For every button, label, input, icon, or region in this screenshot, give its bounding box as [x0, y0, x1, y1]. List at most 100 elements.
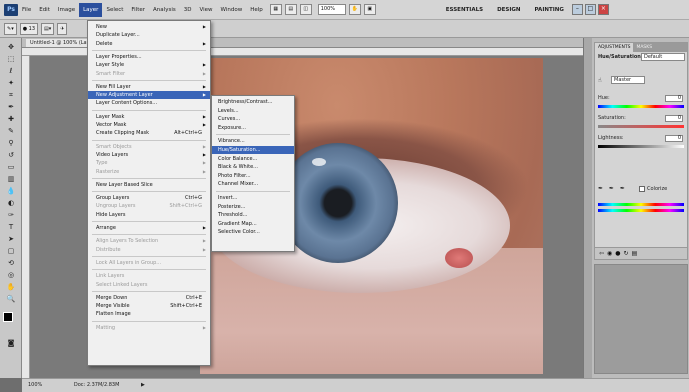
- hand-icon[interactable]: ✋: [348, 4, 361, 15]
- shape-tool-icon[interactable]: ▢: [4, 246, 18, 257]
- trash-icon[interactable]: ▤: [632, 250, 641, 257]
- menu-item-new-layer-based-slice[interactable]: New Layer Based Slice: [88, 181, 210, 189]
- visibility-icon[interactable]: ●: [615, 250, 623, 257]
- arrange-icon[interactable]: ◫: [299, 4, 312, 15]
- 3d-orbit-tool-icon[interactable]: ◎: [4, 270, 18, 281]
- dodge-tool-icon[interactable]: ◐: [4, 198, 18, 209]
- preset-select[interactable]: Default: [641, 53, 685, 61]
- tab-masks[interactable]: MASKS: [633, 43, 655, 52]
- hand-adjust-icon[interactable]: ☝: [598, 77, 602, 84]
- 3d-rotate-tool-icon[interactable]: ⟲: [4, 258, 18, 269]
- reset-icon[interactable]: ↻: [624, 250, 632, 257]
- submenu-item-posterize[interactable]: Posterize...: [212, 203, 294, 211]
- menu-item-flatten-image[interactable]: Flatten Image: [88, 310, 210, 318]
- menu-item-layer-mask[interactable]: Layer Mask ▶: [88, 113, 210, 121]
- eyedropper-tool-icon[interactable]: ✒: [4, 102, 18, 113]
- hand-tool-icon[interactable]: ✋: [4, 282, 18, 293]
- status-zoom[interactable]: 100%: [28, 382, 42, 388]
- menu-item-matting[interactable]: Matting ▶: [88, 324, 210, 332]
- panel-collapse-strip[interactable]: [584, 38, 592, 378]
- menu-analysis[interactable]: Analysis: [149, 3, 180, 17]
- clone-stamp-tool-icon[interactable]: ⚲: [4, 138, 18, 149]
- submenu-item-levels[interactable]: Levels...: [212, 107, 294, 115]
- foreground-color-swatch[interactable]: [3, 312, 13, 322]
- brush-tool-icon[interactable]: ✎: [4, 126, 18, 137]
- airbrush-icon[interactable]: ✈: [57, 22, 68, 35]
- crop-tool-icon[interactable]: ⌗: [4, 90, 18, 101]
- menu-item-merge-visible[interactable]: Merge Visible Shift+Ctrl+E: [88, 302, 210, 310]
- lightness-input[interactable]: 0: [665, 135, 683, 142]
- status-arrow-icon[interactable]: ▶: [141, 382, 145, 388]
- menu-item-create-clipping-mask[interactable]: Create Clipping Mask Alt+Ctrl+G: [88, 129, 210, 137]
- menu-help[interactable]: Help: [246, 3, 267, 17]
- history-brush-tool-icon[interactable]: ↺: [4, 150, 18, 161]
- menu-item-ungroup-layers[interactable]: Ungroup Layers Shift+Ctrl+G: [88, 202, 210, 210]
- hue-input[interactable]: 0: [665, 95, 683, 102]
- menu-item-group-layers[interactable]: Group Layers Ctrl+G: [88, 194, 210, 202]
- status-doc-size[interactable]: Doc: 2.37M/2.83M: [74, 382, 120, 388]
- menu-item-arrange[interactable]: Arrange ▶: [88, 224, 210, 232]
- submenu-item-invert[interactable]: Invert...: [212, 194, 294, 202]
- menu-window[interactable]: Window: [217, 3, 247, 17]
- lightness-slider[interactable]: [598, 145, 684, 148]
- type-tool-icon[interactable]: T: [4, 222, 18, 233]
- menu-item-smart-filter[interactable]: Smart Filter ▶: [88, 70, 210, 78]
- workspace-essentials[interactable]: ESSENTIALS: [446, 7, 483, 13]
- menu-view[interactable]: View: [195, 3, 216, 17]
- menu-item-layer-style[interactable]: Layer Style ▶: [88, 61, 210, 69]
- menu-item-link-layers[interactable]: Link Layers: [88, 272, 210, 280]
- blur-tool-icon[interactable]: 💧: [4, 186, 18, 197]
- minibridge-icon[interactable]: ▤: [284, 4, 297, 15]
- menu-item-layer-content-options[interactable]: Layer Content Options...: [88, 99, 210, 107]
- menu-item-type[interactable]: Type ▶: [88, 159, 210, 167]
- pen-tool-icon[interactable]: ✑: [4, 210, 18, 221]
- submenu-item-photo-filter[interactable]: Photo Filter...: [212, 172, 294, 180]
- menu-item-merge-down[interactable]: Merge Down Ctrl+E: [88, 294, 210, 302]
- menu-edit[interactable]: Edit: [35, 3, 54, 17]
- path-select-tool-icon[interactable]: ➤: [4, 234, 18, 245]
- return-icon[interactable]: ⇦: [599, 250, 607, 257]
- channel-select[interactable]: Master: [611, 76, 645, 84]
- menu-file[interactable]: File: [18, 3, 35, 17]
- menu-3d[interactable]: 3D: [180, 3, 196, 17]
- menu-item-smart-objects[interactable]: Smart Objects ▶: [88, 143, 210, 151]
- close-icon[interactable]: ×: [597, 4, 609, 15]
- submenu-item-threshold[interactable]: Threshold...: [212, 211, 294, 219]
- marquee-tool-icon[interactable]: ⬚: [4, 54, 18, 65]
- eyedropper-set-icon[interactable]: ✒ ✒ ✒: [598, 185, 627, 192]
- menu-item-duplicate-layer[interactable]: Duplicate Layer...: [88, 31, 210, 39]
- menu-select[interactable]: Select: [102, 3, 127, 17]
- saturation-input[interactable]: 0: [665, 115, 683, 122]
- hue-slider[interactable]: [598, 105, 684, 108]
- menu-item-layer-properties[interactable]: Layer Properties...: [88, 53, 210, 61]
- gradient-tool-icon[interactable]: ▥: [4, 174, 18, 185]
- menu-item-select-linked-layers[interactable]: Select Linked Layers: [88, 281, 210, 289]
- menu-item-hide-layers[interactable]: Hide Layers: [88, 211, 210, 219]
- submenu-item-gradient-map[interactable]: Gradient Map...: [212, 220, 294, 228]
- move-tool-icon[interactable]: ✥: [4, 42, 18, 53]
- menu-item-new-fill-layer[interactable]: New Fill Layer ▶: [88, 83, 210, 91]
- menu-image[interactable]: Image: [54, 3, 79, 17]
- zoom-tool-icon[interactable]: 🔍: [4, 294, 18, 305]
- menu-item-delete[interactable]: Delete ▶: [88, 40, 210, 48]
- tool-preset-icon[interactable]: ✎▾: [4, 22, 17, 35]
- eraser-tool-icon[interactable]: ▭: [4, 162, 18, 173]
- submenu-item-black-white[interactable]: Black & White...: [212, 163, 294, 171]
- quick-mask-icon[interactable]: ◙: [4, 338, 18, 349]
- bridge-icon[interactable]: ▦: [269, 4, 282, 15]
- submenu-item-hue-saturation[interactable]: Hue/Saturation...: [212, 146, 294, 154]
- saturation-slider[interactable]: [598, 125, 684, 128]
- menu-item-new-adjustment-layer[interactable]: New Adjustment Layer ▶: [88, 91, 210, 100]
- menu-item-vector-mask[interactable]: Vector Mask ▶: [88, 121, 210, 129]
- menu-item-new[interactable]: New ▶: [88, 23, 210, 31]
- menu-item-distribute[interactable]: Distribute ▶: [88, 246, 210, 254]
- quick-select-tool-icon[interactable]: ✦: [4, 78, 18, 89]
- menu-layer[interactable]: Layer: [79, 2, 103, 17]
- submenu-item-exposure[interactable]: Exposure...: [212, 124, 294, 132]
- workspace-painting[interactable]: PAINTING: [535, 7, 564, 13]
- lasso-tool-icon[interactable]: ℓ: [4, 66, 18, 77]
- menu-item-lock-all-layers-in-group[interactable]: Lock All Layers in Group...: [88, 259, 210, 267]
- submenu-item-channel-mixer[interactable]: Channel Mixer...: [212, 180, 294, 188]
- mode-select[interactable]: ▤▾: [41, 22, 55, 35]
- menu-item-video-layers[interactable]: Video Layers ▶: [88, 151, 210, 159]
